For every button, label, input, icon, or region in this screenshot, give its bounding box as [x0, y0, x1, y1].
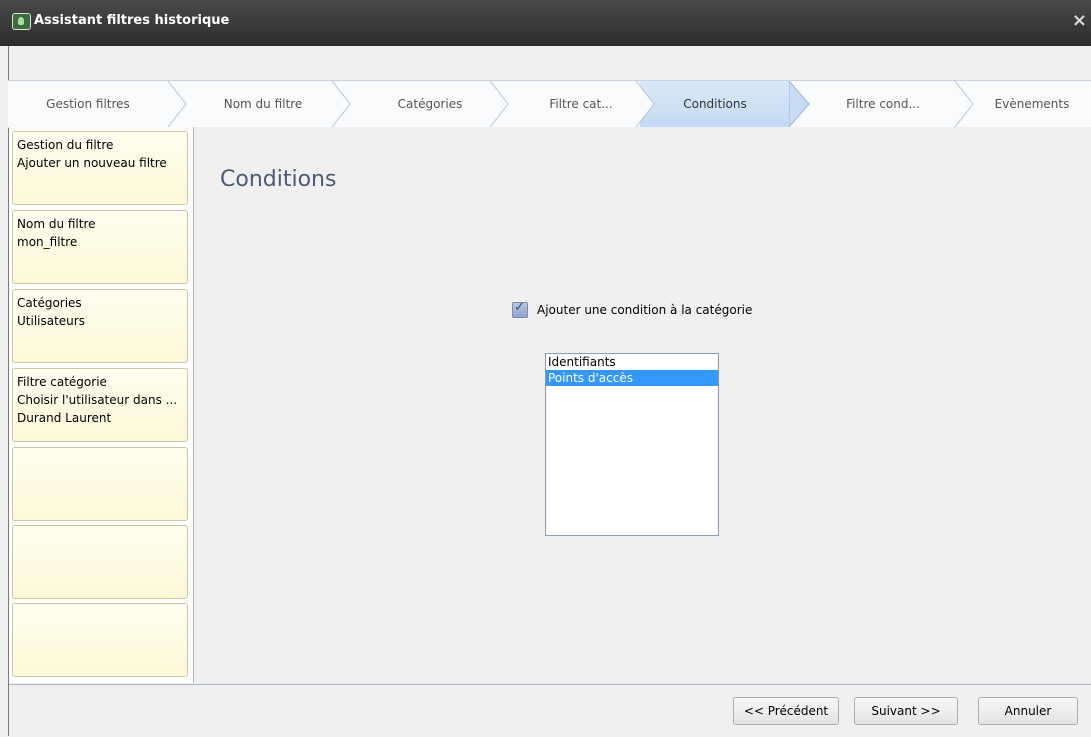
card-value: Ajouter un nouveau filtre	[17, 156, 167, 170]
card-value: mon_filtre	[17, 235, 78, 249]
close-icon[interactable]: ×	[1072, 10, 1087, 31]
step-evenements[interactable]: Evènements	[973, 81, 1091, 127]
step-conditions[interactable]: Conditions	[640, 81, 790, 127]
summary-card-categories: Catégories Utilisateurs	[12, 289, 188, 363]
card-value: Utilisateurs	[17, 314, 85, 328]
next-button[interactable]: Suivant >>	[854, 697, 958, 725]
step-categories[interactable]: Catégories	[350, 81, 510, 127]
card-title: Catégories	[17, 296, 82, 310]
step-separator-icon	[167, 81, 187, 127]
card-title: Nom du filtre	[17, 217, 96, 231]
previous-button[interactable]: << Précédent	[733, 697, 839, 725]
step-separator-icon	[635, 81, 655, 127]
page-title: Conditions	[220, 167, 337, 192]
summary-card-empty	[12, 525, 188, 599]
card-title: Gestion du filtre	[17, 138, 114, 152]
card-value: Durand Laurent	[17, 411, 112, 425]
add-condition-checkbox[interactable]	[512, 300, 528, 318]
app-icon	[12, 13, 31, 30]
cancel-button[interactable]: Annuler	[978, 697, 1078, 725]
summary-panel: Gestion du filtre Ajouter un nouveau fil…	[9, 127, 194, 683]
add-condition-label[interactable]: Ajouter une condition à la catégorie	[537, 303, 752, 317]
summary-card-filtre-categorie: Filtre catégorie Choisir l'utilisateur d…	[12, 368, 188, 442]
condition-listbox[interactable]: Identifiants Points d'accès	[545, 353, 719, 536]
window-title: Assistant filtres historique	[34, 13, 230, 28]
step-nom-du-filtre[interactable]: Nom du filtre	[188, 81, 338, 127]
title-bar: Assistant filtres historique ×	[0, 0, 1091, 46]
summary-card-nom: Nom du filtre mon_filtre	[12, 210, 188, 284]
card-value: Choisir l'utilisateur dans ...	[17, 393, 178, 407]
summary-card-empty	[12, 447, 188, 521]
card-title: Filtre catégorie	[17, 375, 107, 389]
summary-card-empty	[12, 603, 188, 677]
wizard-steps: Gestion filtres Nom du filtre Catégories…	[8, 80, 1091, 128]
step-gestion-filtres[interactable]: Gestion filtres	[8, 81, 168, 127]
summary-card-gestion: Gestion du filtre Ajouter un nouveau fil…	[12, 131, 188, 205]
step-filtre-cond[interactable]: Filtre cond...	[808, 81, 958, 127]
list-item-selected[interactable]: Points d'accès	[546, 370, 718, 386]
list-item[interactable]: Identifiants	[546, 354, 718, 370]
